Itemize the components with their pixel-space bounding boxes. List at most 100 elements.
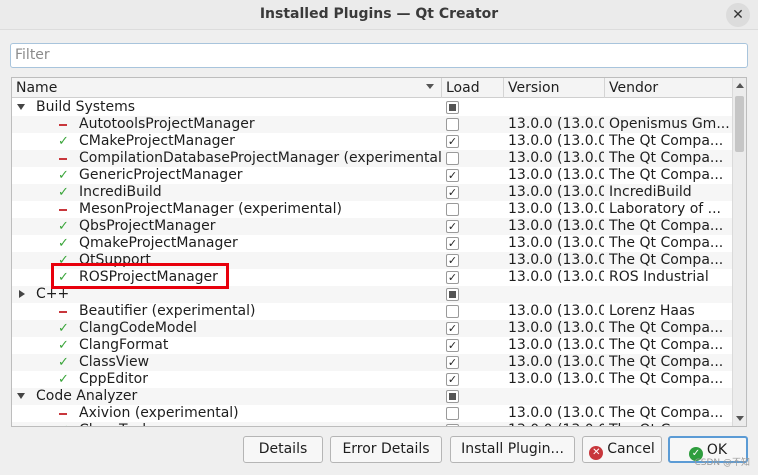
tree-plugin-row[interactable]: MesonProjectManager (experimental) 13.0.0…	[12, 201, 733, 218]
expand-arrow-icon[interactable]	[17, 104, 25, 110]
tree-plugin-row[interactable]: ✓ QbsProjectManager 13.0.0 (13.0.0) The Qt …	[12, 218, 733, 235]
plugin-vendor: The Qt Compa...	[609, 371, 724, 387]
tree-plugin-row[interactable]: ✓ ClassView 13.0.0 (13.0.0) The Qt Compa...…	[12, 354, 733, 371]
plugin-name: GenericProjectManager	[79, 167, 243, 183]
check-icon: ✓	[58, 134, 69, 149]
tree-plugin-row[interactable]: Axivion (experimental) 13.0.0 (13.0.0) The…	[12, 405, 733, 422]
scrollbar-thumb[interactable]	[735, 96, 744, 152]
load-checkbox[interactable]: ✓	[446, 237, 459, 250]
plugin-name: QmakeProjectManager	[79, 235, 238, 251]
load-checkbox[interactable]: ✓	[446, 322, 459, 335]
close-window-button[interactable]: ✕	[726, 3, 750, 27]
load-checkbox[interactable]: ✓	[446, 424, 459, 426]
tree-plugin-row[interactable]: ✓ CppEditor 13.0.0 (13.0.0) The Qt Compa...…	[12, 371, 733, 388]
tree-header: Name Load Version Vendor	[12, 78, 733, 98]
load-checkbox[interactable]	[446, 288, 459, 301]
load-checkbox[interactable]: ✓	[446, 356, 459, 369]
filter-placeholder: Filter	[15, 47, 50, 63]
plugin-vendor: The Qt Compa...	[609, 167, 724, 183]
load-checkbox[interactable]: ✓	[446, 373, 459, 386]
plugin-vendor: Openismus Gm...	[609, 116, 730, 132]
cancel-label: Cancel	[607, 441, 655, 457]
tree-plugin-row[interactable]: ✓ GenericProjectManager 13.0.0 (13.0.0) The…	[12, 167, 733, 184]
check-icon: ✓	[58, 321, 69, 336]
load-checkbox[interactable]	[446, 407, 459, 420]
tree-plugin-row[interactable]: ✓ CMakeProjectManager 13.0.0 (13.0.0) The Q…	[12, 133, 733, 150]
plugin-version: 13.0.0 (13.0.0)	[508, 150, 604, 166]
plugin-vendor: IncrediBuild	[609, 184, 692, 200]
tree-plugin-row[interactable]: ✓ IncrediBuild 13.0.0 (13.0.0) IncrediBuild…	[12, 184, 733, 201]
plugin-version: 13.0.0 (13.0.0)	[508, 371, 604, 387]
scroll-down-arrow-icon[interactable]	[736, 416, 744, 421]
load-checkbox[interactable]	[446, 390, 459, 403]
load-checkbox[interactable]	[446, 203, 459, 216]
plugin-version: 13.0.0 (13.0.0)	[508, 133, 604, 149]
plugin-vendor: ROS Industrial	[609, 269, 709, 285]
load-checkbox[interactable]: ✓	[446, 220, 459, 233]
check-icon: ✓	[58, 372, 69, 387]
category-name: Code Analyzer	[36, 388, 138, 404]
load-checkbox[interactable]	[446, 101, 459, 114]
plugin-name: CppEditor	[79, 371, 148, 387]
tree-plugin-row[interactable]: ✓ ClangFormat 13.0.0 (13.0.0) The Qt Compa.…	[12, 337, 733, 354]
plugin-version: 13.0.0 (13.0.0)	[508, 337, 604, 353]
plugin-vendor: The Qt Compa...	[609, 252, 724, 268]
tree-plugin-row[interactable]: AutotoolsProjectManager 13.0.0 (13.0.0) Op…	[12, 116, 733, 133]
tree-plugin-row[interactable]: CompilationDatabaseProjectManager (exper…	[12, 150, 733, 167]
plugin-name: MesonProjectManager (experimental)	[79, 201, 342, 217]
column-header-version[interactable]: Version	[504, 78, 605, 98]
category-name: Build Systems	[36, 99, 136, 115]
cancel-button[interactable]: ✕ Cancel	[582, 436, 662, 463]
details-button[interactable]: Details	[243, 436, 323, 463]
load-checkbox[interactable]: ✓	[446, 135, 459, 148]
tree-category-row[interactable]: Build Systems	[12, 99, 733, 116]
expand-arrow-icon[interactable]	[17, 393, 25, 399]
load-checkbox[interactable]: ✓	[446, 339, 459, 352]
plugin-version: 13.0.0 (13.0.0)	[508, 320, 604, 336]
column-header-vendor[interactable]: Vendor	[605, 78, 733, 98]
load-checkbox[interactable]	[446, 118, 459, 131]
minus-icon	[59, 124, 67, 126]
plugin-version: 13.0.0 (13.0.0)	[508, 422, 604, 426]
plugin-version: 13.0.0 (13.0.0)	[508, 201, 604, 217]
tree-plugin-row[interactable]: ✓ QmakeProjectManager 13.0.0 (13.0.0) The Q…	[12, 235, 733, 252]
plugin-name: QbsProjectManager	[79, 218, 216, 234]
plugin-vendor: The Qt Compa...	[609, 320, 724, 336]
load-checkbox[interactable]: ✓	[446, 271, 459, 284]
tree-plugin-row[interactable]: ✓ ClangCodeModel 13.0.0 (13.0.0) The Qt Com…	[12, 320, 733, 337]
plugin-vendor: The Qt Compa...	[609, 218, 724, 234]
plugin-name: ClangTools	[79, 422, 441, 426]
plugin-version: 13.0.0 (13.0.0)	[508, 354, 604, 370]
tree-category-row[interactable]: Code Analyzer	[12, 388, 733, 405]
tree-plugin-row[interactable]: ✓ ClangTools 13.0.0 (13.0.0) The Qt Compa..…	[12, 422, 733, 426]
load-checkbox[interactable]	[446, 305, 459, 318]
tree-plugin-row[interactable]: Beautifier (experimental) 13.0.0 (13.0.0)…	[12, 303, 733, 320]
check-icon: ✓	[58, 168, 69, 183]
plugin-name: ClangCodeModel	[79, 320, 197, 336]
load-checkbox[interactable]: ✓	[446, 254, 459, 267]
collapse-arrow-icon[interactable]	[19, 290, 25, 298]
column-header-name[interactable]: Name	[12, 78, 442, 98]
plugin-version: 13.0.0 (13.0.0)	[508, 116, 604, 132]
install-plugin-button[interactable]: Install Plugin...	[450, 436, 575, 463]
scroll-up-arrow-icon[interactable]	[736, 83, 744, 88]
plugin-vendor: The Qt Compa...	[609, 337, 724, 353]
column-name-label: Name	[16, 80, 58, 96]
plugin-vendor: The Qt Compa...	[609, 354, 724, 370]
load-checkbox[interactable]	[446, 152, 459, 165]
plugin-version: 13.0.0 (13.0.0)	[508, 252, 604, 268]
load-checkbox[interactable]: ✓	[446, 169, 459, 182]
check-icon: ✓	[58, 185, 69, 200]
load-checkbox[interactable]: ✓	[446, 186, 459, 199]
column-header-load[interactable]: Load	[442, 78, 504, 98]
plugin-tree[interactable]: Name Load Version Vendor Build Systems Au…	[11, 77, 747, 427]
plugin-name: IncrediBuild	[79, 184, 162, 200]
filter-input[interactable]: Filter	[10, 43, 748, 68]
minus-icon	[59, 158, 67, 160]
plugin-version: 13.0.0 (13.0.0)	[508, 303, 604, 319]
error-details-button[interactable]: Error Details	[330, 436, 442, 463]
vertical-scrollbar[interactable]	[732, 78, 746, 426]
plugin-name: CompilationDatabaseProjectManager (exper…	[79, 150, 441, 166]
minus-icon	[59, 413, 67, 415]
plugin-vendor: Laboratory of ...	[609, 201, 722, 217]
